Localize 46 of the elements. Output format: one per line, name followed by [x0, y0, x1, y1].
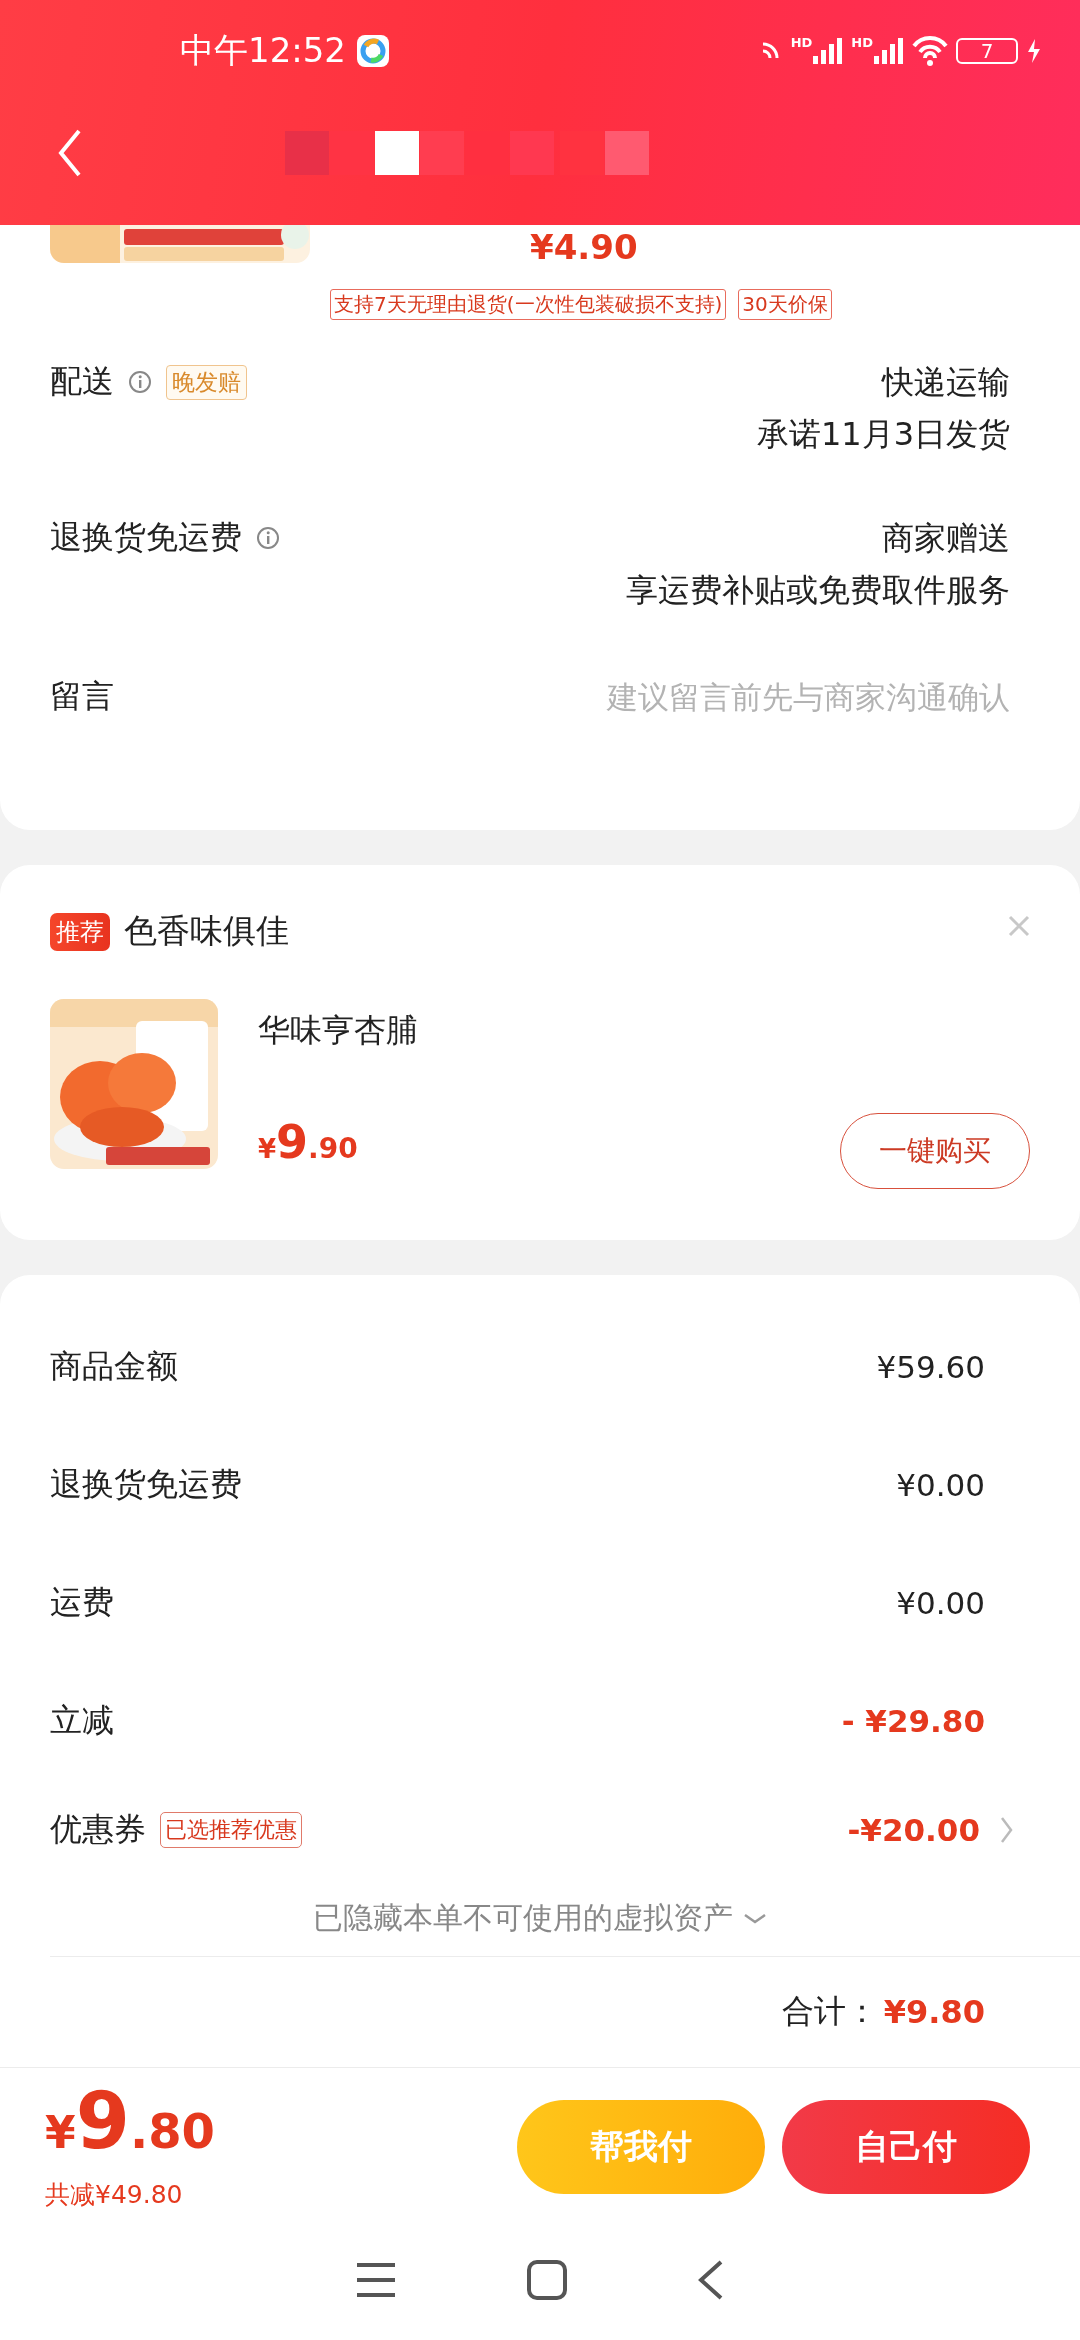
row-value: 享运费补贴或免费取件服务 — [626, 570, 1010, 611]
row-value: ¥0.00 — [896, 1585, 985, 1621]
row-value: 商家赠送 — [882, 518, 1010, 559]
info-icon[interactable] — [128, 370, 152, 394]
service-tag: 30天价保 — [738, 289, 832, 320]
row-label: 商品金额 — [50, 1346, 178, 1387]
charging-icon — [1026, 38, 1042, 64]
row-label: 退换货免运费 — [50, 517, 242, 558]
row-label: 配送 — [50, 361, 114, 402]
total-discount: 共减¥49.80 — [45, 2179, 184, 2211]
chevron-down-icon[interactable] — [743, 1912, 767, 1924]
battery-icon: 7 — [956, 38, 1018, 64]
row-label: 运费 — [50, 1582, 114, 1623]
product-price: ¥9.90 — [258, 1115, 359, 1169]
row-label: 立减 — [50, 1700, 114, 1741]
back-icon[interactable] — [697, 2260, 725, 2300]
row-label: 退换货免运费 — [50, 1464, 242, 1505]
status-time: 中午12:52 — [180, 29, 346, 72]
pay-button[interactable]: 自己付 — [782, 2099, 1030, 2194]
product-price: ¥4.90 — [530, 229, 638, 265]
late-compensation-tag: 晚发赔 — [166, 364, 247, 400]
coupon-tag: 已选推荐优惠 — [160, 1812, 302, 1848]
row-label: 优惠券 — [50, 1809, 146, 1850]
row-value: - ¥29.80 — [841, 1703, 985, 1739]
row-value: -¥20.00 — [847, 1812, 980, 1848]
chevron-right-icon[interactable] — [1000, 1816, 1014, 1844]
recommend-badge: 推荐 — [50, 912, 110, 951]
recommend-title: 色香味俱佳 — [124, 910, 289, 952]
row-value: ¥59.60 — [876, 1349, 985, 1385]
row-label: 留言 — [50, 676, 114, 717]
total-price: ¥9.80 — [45, 2082, 215, 2168]
info-icon[interactable] — [256, 526, 280, 550]
hidden-assets-note[interactable]: 已隐藏本单不可使用的虚拟资产 — [313, 1897, 733, 1939]
menu-icon[interactable] — [355, 2262, 397, 2298]
row-value: 承诺11月3日发货 — [756, 414, 1010, 455]
total-value: ¥9.80 — [883, 1993, 985, 2031]
row-value: ¥0.00 — [896, 1467, 985, 1503]
home-icon[interactable] — [527, 2260, 567, 2300]
service-tag: 支持7天无理由退货(一次性包装破损不支持) — [330, 289, 727, 320]
product-name: 华味亨杏脯 — [258, 1010, 418, 1051]
total-label: 合计： — [781, 1991, 878, 2032]
message-field[interactable]: 建议留言前先与商家沟通确认 — [450, 679, 1010, 715]
app-notification-icon — [356, 34, 390, 68]
wifi-icon — [912, 34, 948, 68]
buy-now-button[interactable]: 一键购买 — [840, 1113, 1030, 1189]
row-value: 快递运输 — [882, 362, 1010, 403]
